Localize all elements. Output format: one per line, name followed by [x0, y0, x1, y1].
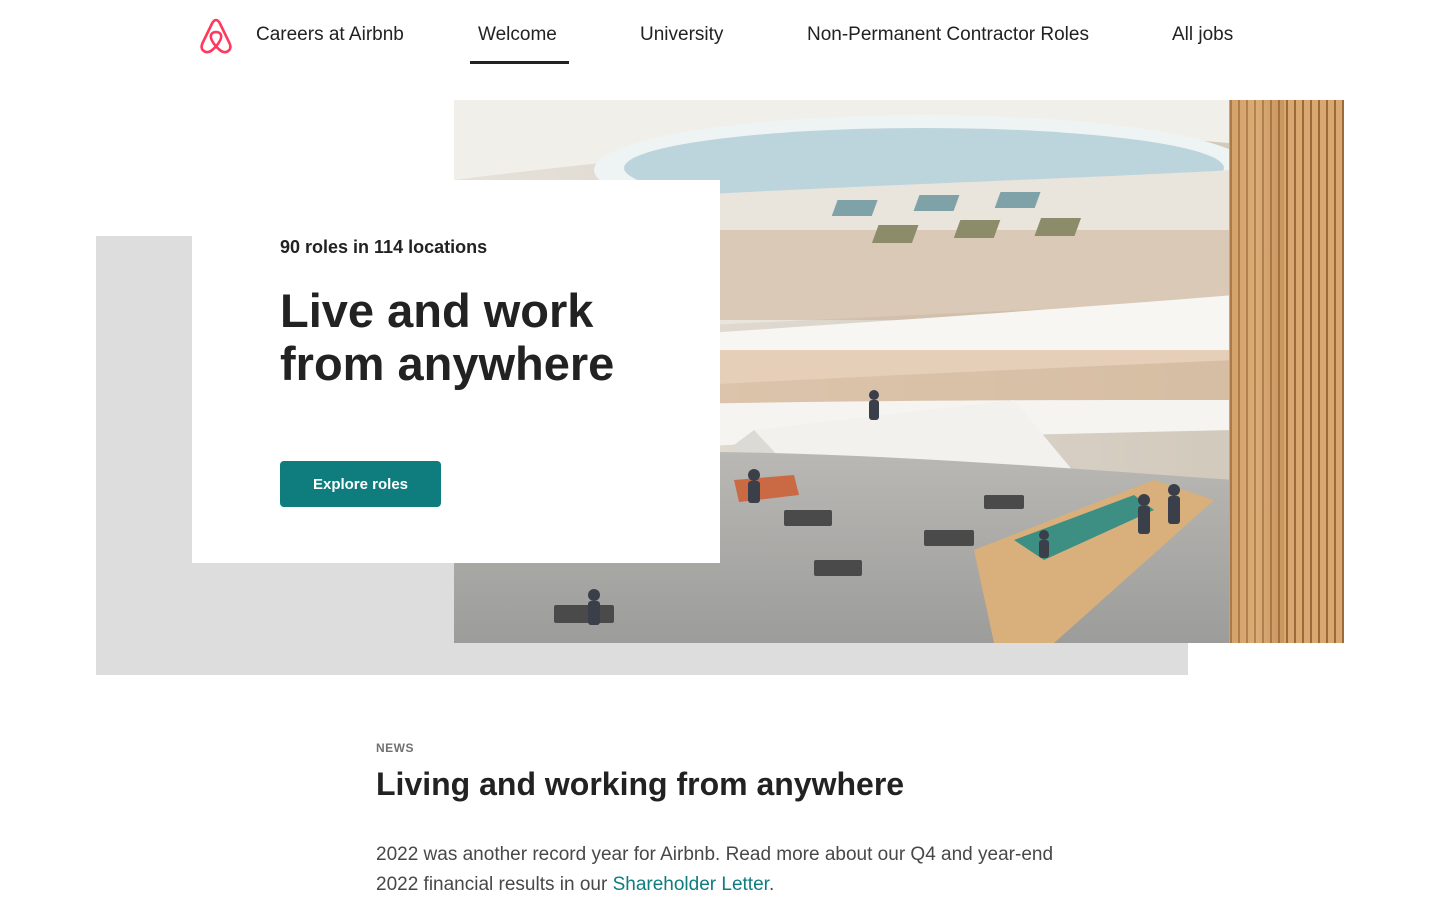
airbnb-logo-icon[interactable]: [198, 17, 234, 55]
nav-welcome[interactable]: Welcome: [478, 24, 557, 46]
news-title: Living and working from anywhere: [376, 766, 905, 802]
hero-title: Live and work from anywhere: [280, 284, 700, 390]
hero-card: 90 roles in 114 locations Live and work …: [192, 180, 720, 563]
news-body: 2022 was another record year for Airbnb.…: [376, 840, 1056, 900]
explore-roles-button[interactable]: Explore roles: [280, 461, 441, 507]
hero-title-line2: from anywhere: [280, 337, 615, 390]
roles-count: 90 roles in 114 locations: [280, 237, 488, 257]
nav-all-jobs[interactable]: All jobs: [1172, 24, 1233, 46]
hero-title-line1: Live and work: [280, 284, 594, 337]
brand-link[interactable]: Careers at Airbnb: [256, 24, 404, 46]
shareholder-letter-link[interactable]: Shareholder Letter: [613, 874, 769, 895]
nav-contractor-roles[interactable]: Non-Permanent Contractor Roles: [807, 24, 1089, 46]
nav-university[interactable]: University: [640, 24, 723, 46]
active-nav-indicator: [470, 61, 569, 64]
news-body-end: .: [768, 874, 775, 895]
site-header: Careers at Airbnb Welcome University Non…: [0, 0, 1440, 72]
news-label: NEWS: [376, 741, 414, 755]
